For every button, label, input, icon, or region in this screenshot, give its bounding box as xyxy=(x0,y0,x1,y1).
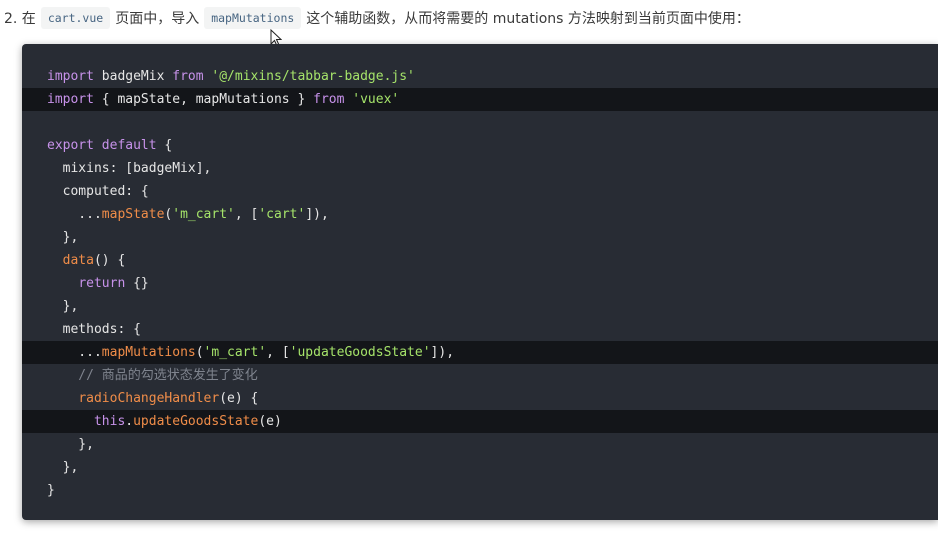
code-line: radioChangeHandler(e) { xyxy=(22,387,938,410)
code-token: methods: { xyxy=(47,322,141,337)
code-token: // 商品的勾选状态发生了变化 xyxy=(47,368,258,383)
code-token: computed: { xyxy=(47,184,149,199)
instruction-text-middle: 页面中，导入 xyxy=(115,11,200,27)
code-block: import badgeMix from '@/mixins/tabbar-ba… xyxy=(22,44,938,520)
code-line: }, xyxy=(22,433,938,456)
code-token: ]), xyxy=(305,207,329,222)
code-token: , [ xyxy=(234,207,259,222)
code-line: data() { xyxy=(22,249,938,272)
code-token: }, xyxy=(47,230,79,245)
code-line: }, xyxy=(22,456,938,479)
code-token: , [ xyxy=(266,345,290,360)
code-token: '@/mixins/tabbar-badge.js' xyxy=(211,69,415,84)
code-token: badgeMix xyxy=(101,69,173,84)
code-token: return xyxy=(78,276,134,291)
code-line: // 商品的勾选状态发生了变化 xyxy=(22,364,938,387)
code-line: mixins: [badgeMix], xyxy=(22,157,938,180)
code-token: ( xyxy=(195,345,204,360)
code-token: (e) { xyxy=(219,391,259,406)
code-token: 'vuex' xyxy=(352,92,400,107)
inline-code-cart-vue: cart.vue xyxy=(40,7,111,29)
code-line: ...mapState('m_cart', ['cart']), xyxy=(22,203,938,226)
code-token: import xyxy=(47,69,102,84)
code-line-highlighted: this.updateGoodsState(e) xyxy=(22,410,938,433)
code-token: (e) xyxy=(258,414,282,429)
inline-code-mapmutations: mapMutations xyxy=(204,7,302,29)
code-line: export default { xyxy=(22,134,938,157)
code-token: from xyxy=(172,69,212,84)
code-line: return {} xyxy=(22,272,938,295)
code-line: }, xyxy=(22,226,938,249)
code-token: }, xyxy=(47,299,79,314)
code-line: }, xyxy=(22,295,938,318)
code-token: 'm_cart' xyxy=(172,207,235,222)
code-token: import xyxy=(47,92,102,107)
code-token: }, xyxy=(47,437,94,452)
code-token: 'cart' xyxy=(258,207,306,222)
code-token: () { xyxy=(93,253,126,268)
code-token: from xyxy=(313,92,353,107)
code-token: ... xyxy=(47,207,102,222)
code-token: 'updateGoodsState' xyxy=(289,345,431,360)
code-token: radioChangeHandler xyxy=(78,391,220,406)
code-token: updateGoodsState xyxy=(133,414,259,429)
code-line: methods: { xyxy=(22,318,938,341)
instruction-text: 2. 在 cart.vue 页面中，导入 mapMutations 这个辅助函数… xyxy=(4,6,750,30)
code-token: {} xyxy=(133,276,149,291)
code-token: this xyxy=(93,414,126,429)
code-token: mapMutations xyxy=(101,345,196,360)
code-token: export default xyxy=(47,138,165,153)
code-line: import badgeMix from '@/mixins/tabbar-ba… xyxy=(22,65,938,88)
code-line: computed: { xyxy=(22,180,938,203)
code-line: } xyxy=(22,479,938,502)
code-token: mapState xyxy=(101,207,165,222)
code-token: { mapState, mapMutations } xyxy=(101,92,314,107)
code-token: mixins: [badgeMix], xyxy=(47,161,212,176)
instruction-text-end: 这个辅助函数，从而将需要的 mutations 方法映射到当前页面中使用： xyxy=(306,11,750,27)
code-token: 'm_cart' xyxy=(203,345,267,360)
code-line-highlighted: ...mapMutations('m_cart', ['updateGoodsS… xyxy=(22,341,938,364)
code-line-highlighted: import { mapState, mapMutations } from '… xyxy=(22,88,938,111)
step-number-label: 2. 在 xyxy=(4,11,36,27)
code-token: ]), xyxy=(430,345,455,360)
code-token: ... xyxy=(47,345,102,360)
code-token: } xyxy=(47,483,55,498)
code-token: data xyxy=(62,253,94,268)
code-token: }, xyxy=(47,460,79,475)
code-token: { xyxy=(164,138,173,153)
code-token: . xyxy=(125,414,134,429)
